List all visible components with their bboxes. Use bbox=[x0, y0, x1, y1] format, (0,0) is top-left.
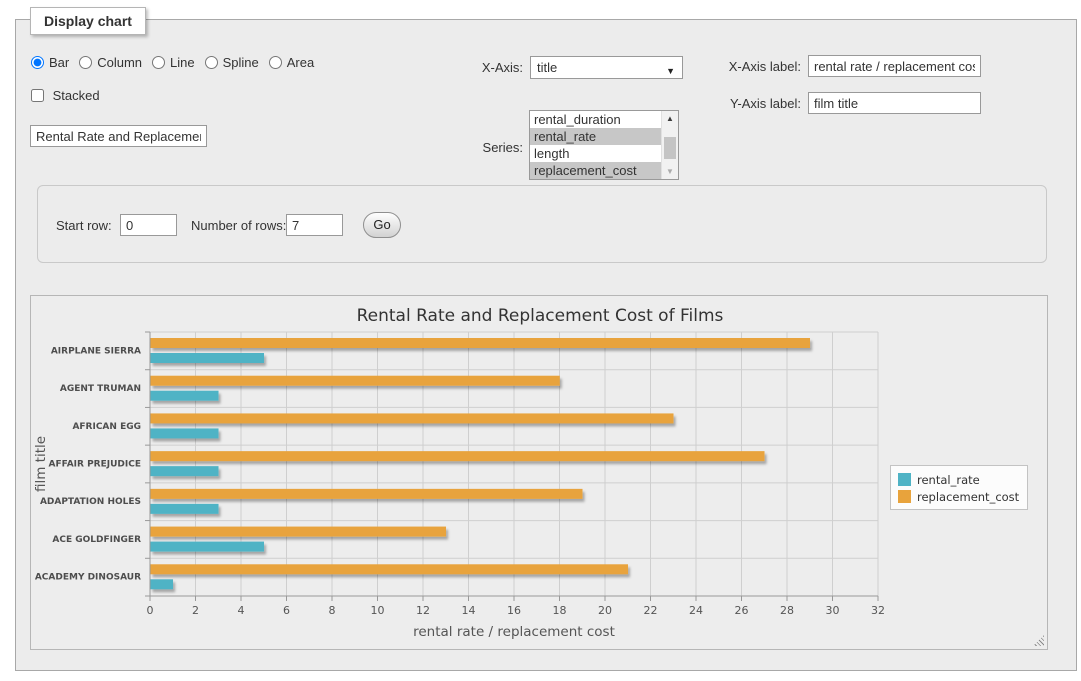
y-axis-label-caption: Y-Axis label: bbox=[713, 96, 801, 111]
series-list-label: Series: bbox=[455, 140, 523, 155]
page: Display chart Bar Column Line Spline Area St… bbox=[0, 0, 1081, 681]
x-axis-tick-label: 22 bbox=[644, 604, 658, 617]
y-axis-title: film title bbox=[33, 436, 49, 492]
series-multiselect[interactable]: rental_durationrental_ratelengthreplacem… bbox=[529, 110, 679, 180]
x-axis-select[interactable]: title ▼ bbox=[530, 56, 683, 79]
chart-type-radio-area[interactable] bbox=[269, 56, 282, 69]
go-button[interactable]: Go bbox=[363, 212, 401, 238]
panel-legend-title: Display chart bbox=[30, 7, 146, 35]
stacked-label: Stacked bbox=[31, 88, 100, 103]
chart-type-radio-group: Bar Column Line Spline Area bbox=[31, 54, 324, 72]
chart-type-option-spline: Spline bbox=[205, 55, 259, 70]
legend-swatch-icon bbox=[898, 490, 911, 503]
chart-container: 02468101214161820222426283032AIRPLANE SI… bbox=[30, 295, 1048, 650]
x-axis-tick-label: 28 bbox=[780, 604, 794, 617]
x-axis-label-caption: X-Axis label: bbox=[713, 59, 801, 74]
bar-replacement_cost[interactable] bbox=[151, 527, 447, 537]
bar-replacement_cost[interactable] bbox=[151, 413, 674, 423]
category-label: ADAPTATION HOLES bbox=[40, 497, 141, 507]
x-axis-tick-label: 10 bbox=[371, 604, 385, 617]
start-row-label: Start row: bbox=[56, 218, 112, 233]
number-of-rows-input[interactable] bbox=[286, 214, 343, 236]
chart-type-radio-bar[interactable] bbox=[31, 56, 44, 69]
start-row-input[interactable] bbox=[120, 214, 177, 236]
series-list-scrollbar[interactable]: ▲ ▼ bbox=[661, 111, 678, 179]
x-axis-select-label: X-Axis: bbox=[455, 60, 523, 75]
scroll-up-icon[interactable]: ▲ bbox=[662, 111, 678, 126]
chart-type-radio-label: Spline bbox=[223, 55, 259, 70]
scroll-down-icon[interactable]: ▼ bbox=[662, 164, 678, 179]
category-label: AFFAIR PREJUDICE bbox=[48, 460, 141, 470]
chart-title: Rental Rate and Replacement Cost of Film… bbox=[357, 306, 724, 326]
category-label: AFRICAN EGG bbox=[72, 422, 141, 432]
chart-type-radio-label: Column bbox=[97, 55, 142, 70]
chart-type-option-column: Column bbox=[79, 55, 142, 70]
bar-replacement_cost[interactable] bbox=[151, 338, 811, 348]
bar-replacement_cost[interactable] bbox=[151, 564, 629, 574]
y-axis-label-input[interactable] bbox=[808, 92, 981, 114]
series-option-replacement_cost[interactable]: replacement_cost bbox=[530, 162, 661, 179]
select-dropdown-arrow-icon: ▼ bbox=[666, 61, 675, 82]
series-option-length[interactable]: length bbox=[530, 145, 661, 162]
legend-item-replacement_cost[interactable]: replacement_cost bbox=[898, 488, 1019, 505]
x-axis-tick-label: 14 bbox=[462, 604, 476, 617]
row-range-form: Start row: Number of rows: Go bbox=[37, 185, 1047, 263]
chart-type-radio-line[interactable] bbox=[152, 56, 165, 69]
x-axis-selected-value: title bbox=[537, 60, 557, 75]
x-axis-tick-label: 32 bbox=[871, 604, 885, 617]
bar-rental_rate[interactable] bbox=[151, 504, 219, 514]
bar-rental_rate[interactable] bbox=[151, 542, 265, 552]
x-axis-tick-label: 20 bbox=[598, 604, 612, 617]
stacked-checkbox[interactable] bbox=[31, 89, 44, 102]
chart-type-option-line: Line bbox=[152, 55, 195, 70]
legend-label: rental_rate bbox=[917, 473, 980, 487]
x-axis-tick-label: 18 bbox=[553, 604, 567, 617]
x-axis-tick-label: 30 bbox=[826, 604, 840, 617]
bar-replacement_cost[interactable] bbox=[151, 451, 765, 461]
legend-item-rental_rate[interactable]: rental_rate bbox=[898, 471, 1019, 488]
x-axis-label-input[interactable] bbox=[808, 55, 981, 77]
x-axis-title: rental rate / replacement cost bbox=[413, 624, 615, 640]
stacked-row: Stacked bbox=[31, 87, 100, 105]
chart-type-radio-spline[interactable] bbox=[205, 56, 218, 69]
chart-type-radio-label: Bar bbox=[49, 55, 69, 70]
x-axis-tick-label: 8 bbox=[329, 604, 336, 617]
category-label: AGENT TRUMAN bbox=[60, 384, 141, 394]
chart-type-radio-column[interactable] bbox=[79, 56, 92, 69]
bar-rental_rate[interactable] bbox=[151, 466, 219, 476]
x-axis-tick-label: 26 bbox=[735, 604, 749, 617]
x-axis-tick-label: 4 bbox=[238, 604, 245, 617]
category-label: ACE GOLDFINGER bbox=[52, 535, 141, 545]
x-axis-tick-label: 16 bbox=[507, 604, 521, 617]
chart-legend: rental_rate replacement_cost bbox=[890, 465, 1028, 510]
legend-swatch-icon bbox=[898, 473, 911, 486]
chart-type-radio-label: Line bbox=[170, 55, 195, 70]
chart-type-option-area: Area bbox=[269, 55, 314, 70]
series-option-rental_duration[interactable]: rental_duration bbox=[530, 111, 661, 128]
category-label: AIRPLANE SIERRA bbox=[51, 346, 141, 356]
bar-rental_rate[interactable] bbox=[151, 428, 219, 438]
x-axis-tick-label: 24 bbox=[689, 604, 703, 617]
legend-label: replacement_cost bbox=[917, 490, 1019, 504]
chart-type-radio-label: Area bbox=[287, 55, 314, 70]
chart-type-option-bar: Bar bbox=[31, 55, 69, 70]
scrollbar-thumb[interactable] bbox=[664, 137, 676, 159]
bar-rental_rate[interactable] bbox=[151, 391, 219, 401]
bar-replacement_cost[interactable] bbox=[151, 489, 583, 499]
bar-rental_rate[interactable] bbox=[151, 353, 265, 363]
series-options: rental_durationrental_ratelengthreplacem… bbox=[530, 111, 678, 179]
x-axis-tick-label: 0 bbox=[147, 604, 154, 617]
chart-title-input[interactable] bbox=[30, 125, 207, 147]
series-option-rental_rate[interactable]: rental_rate bbox=[530, 128, 661, 145]
bar-replacement_cost[interactable] bbox=[151, 376, 560, 386]
bar-rental_rate[interactable] bbox=[151, 579, 174, 589]
x-axis-tick-label: 2 bbox=[192, 604, 199, 617]
x-axis-tick-label: 6 bbox=[283, 604, 290, 617]
category-label: ACADEMY DINOSAUR bbox=[35, 573, 141, 583]
number-of-rows-label: Number of rows: bbox=[191, 218, 286, 233]
x-axis-tick-label: 12 bbox=[416, 604, 430, 617]
